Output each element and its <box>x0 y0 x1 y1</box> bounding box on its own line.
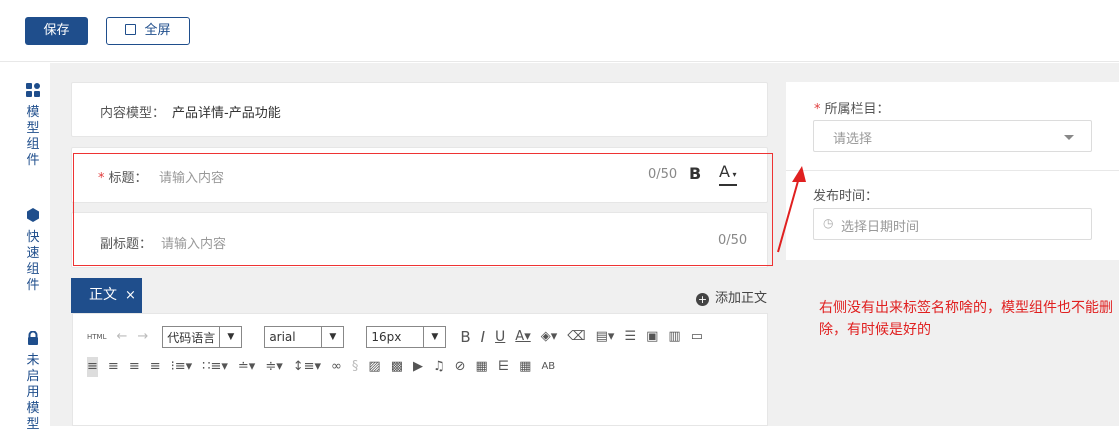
unlink-icon[interactable]: § <box>352 357 359 377</box>
image-icon[interactable]: ▨ <box>368 357 380 377</box>
editor-toolbar-row-2: ≡ ≡ ≡ ≡ ⁝≡▾ ∷≡▾ ≐▾ ≑▾ ↕≡▾ ∞ § ▨ ▩ ▶ ♫ ⊘ … <box>87 356 565 378</box>
code-language-select[interactable]: 代码语言 ▼ <box>162 326 243 348</box>
right-panel: * 所属栏目： 请选择 发布时间： ◷ 选择日期时间 <box>786 82 1119 260</box>
undo-icon[interactable]: ← <box>116 327 127 347</box>
line-height-icon[interactable]: ↕≡▾ <box>293 357 321 377</box>
bold-icon[interactable]: B <box>460 327 470 347</box>
publish-time-placeholder: 选择日期时间 <box>841 220 920 235</box>
editor-toolbar-row-1: HTML ← → 代码语言 ▼ arial ▼ 16px ▼ B I U A▾ ◈▾ … <box>87 326 713 348</box>
paste-icon[interactable]: ▣ <box>646 327 658 347</box>
font-size-select[interactable]: 16px ▼ <box>366 326 447 348</box>
link-icon[interactable]: ∞ <box>331 357 342 377</box>
add-body-label: 添加正文 <box>715 291 768 306</box>
fullscreen-icon <box>125 24 137 35</box>
fullscreen-button[interactable]: 全屏 <box>106 17 190 45</box>
save-button[interactable]: 保存 <box>25 17 88 45</box>
plus-icon: + <box>696 293 709 306</box>
heading-icon[interactable]: ≑▾ <box>265 357 282 377</box>
annotation-note: 右侧没有出来标签名称啥的，模型组件也不能删除，有时候是好的 <box>819 300 1113 338</box>
align-right-icon[interactable]: ≡ <box>129 357 140 377</box>
redo-icon[interactable]: → <box>137 327 148 347</box>
tab-label: 正文 <box>89 287 117 303</box>
font-size-value: 16px <box>371 330 402 344</box>
sidebar-item-label: 模型组件 <box>26 105 40 168</box>
column-select[interactable]: 请选择 <box>813 120 1092 152</box>
sidebar-item-label: 未启用模型 <box>26 353 40 432</box>
tab-body[interactable]: 正文 × <box>71 278 142 313</box>
chevron-down-icon <box>1064 135 1074 140</box>
eraser-icon[interactable]: ⌫ <box>567 327 585 347</box>
add-body-button[interactable]: + 添加正文 <box>696 287 767 306</box>
align-center-icon[interactable]: ≡ <box>108 357 119 377</box>
indent-icon[interactable]: ≐▾ <box>238 357 255 377</box>
font-color-icon[interactable]: A▾ <box>515 327 530 347</box>
ordered-list-icon[interactable]: ⁝≡▾ <box>171 357 193 377</box>
insert-icon[interactable]: ☰ <box>624 327 636 347</box>
align-justify-icon[interactable]: ≡ <box>150 357 161 377</box>
close-icon[interactable]: × <box>125 288 136 303</box>
divider <box>786 170 1119 171</box>
video-icon[interactable]: ▶ <box>413 357 423 377</box>
sidebar-item-model-components[interactable]: 模型组件 <box>22 83 44 169</box>
publish-time-label: 发布时间： <box>813 189 879 204</box>
paragraph-icon[interactable]: ▤▾ <box>596 327 615 347</box>
print-icon[interactable]: ▥ <box>668 327 680 347</box>
fullscreen-label: 全屏 <box>144 23 171 38</box>
sidebar-item-quick-components[interactable]: 快速组件 <box>22 208 44 294</box>
content-model-label: 内容模型： <box>100 106 166 121</box>
fill-color-icon[interactable]: ◈▾ <box>541 327 558 347</box>
column-label-wrap: * 所属栏目： <box>814 98 890 117</box>
chevron-down-icon: ▼ <box>423 327 445 347</box>
word-icon[interactable]: ▦ <box>476 357 488 377</box>
preview-icon[interactable]: ▭ <box>691 327 703 347</box>
sidebar: 模型组件 快速组件 未启用模型 <box>0 63 50 432</box>
italic-icon[interactable]: I <box>481 327 485 347</box>
page-break-icon[interactable]: ⋿ <box>498 357 509 377</box>
grid-icon <box>26 83 40 97</box>
required-mark: * <box>814 102 821 117</box>
multi-image-icon[interactable]: ▩ <box>391 357 403 377</box>
font-family-value: arial <box>269 330 296 344</box>
case-icon[interactable]: AB <box>541 357 555 377</box>
content-model-value: 产品详情-产品功能 <box>172 106 281 121</box>
annotation-arrow-icon <box>777 166 806 253</box>
clock-icon: ◷ <box>823 216 834 230</box>
lock-icon <box>28 331 38 345</box>
top-toolbar: 保存 全屏 <box>0 0 1119 62</box>
code-language-value: 代码语言 <box>167 330 216 345</box>
chevron-down-icon: ▼ <box>219 327 241 347</box>
highlight-box <box>73 153 773 266</box>
align-left-icon[interactable]: ≡ <box>87 357 98 377</box>
cube-icon <box>27 208 39 222</box>
font-family-select[interactable]: arial ▼ <box>264 326 345 348</box>
table-icon[interactable]: ▦ <box>519 357 531 377</box>
underline-icon[interactable]: U <box>495 327 505 347</box>
publish-time-picker[interactable]: ◷ 选择日期时间 <box>813 208 1092 240</box>
sidebar-item-label: 快速组件 <box>26 230 40 293</box>
music-icon[interactable]: ♫ <box>433 357 445 377</box>
html-source-button[interactable]: HTML <box>87 327 106 347</box>
unordered-list-icon[interactable]: ∷≡▾ <box>202 357 228 377</box>
column-label: 所属栏目： <box>824 102 890 117</box>
column-select-placeholder: 请选择 <box>833 132 873 147</box>
sidebar-item-disabled-models[interactable]: 未启用模型 <box>22 331 44 433</box>
attachment-icon[interactable]: ⊘ <box>455 357 466 377</box>
content-model-card: 内容模型： 产品详情-产品功能 <box>71 82 768 137</box>
rich-text-editor[interactable]: HTML ← → 代码语言 ▼ arial ▼ 16px ▼ B I U A▾ ◈▾ … <box>72 313 768 426</box>
chevron-down-icon: ▼ <box>321 327 343 347</box>
